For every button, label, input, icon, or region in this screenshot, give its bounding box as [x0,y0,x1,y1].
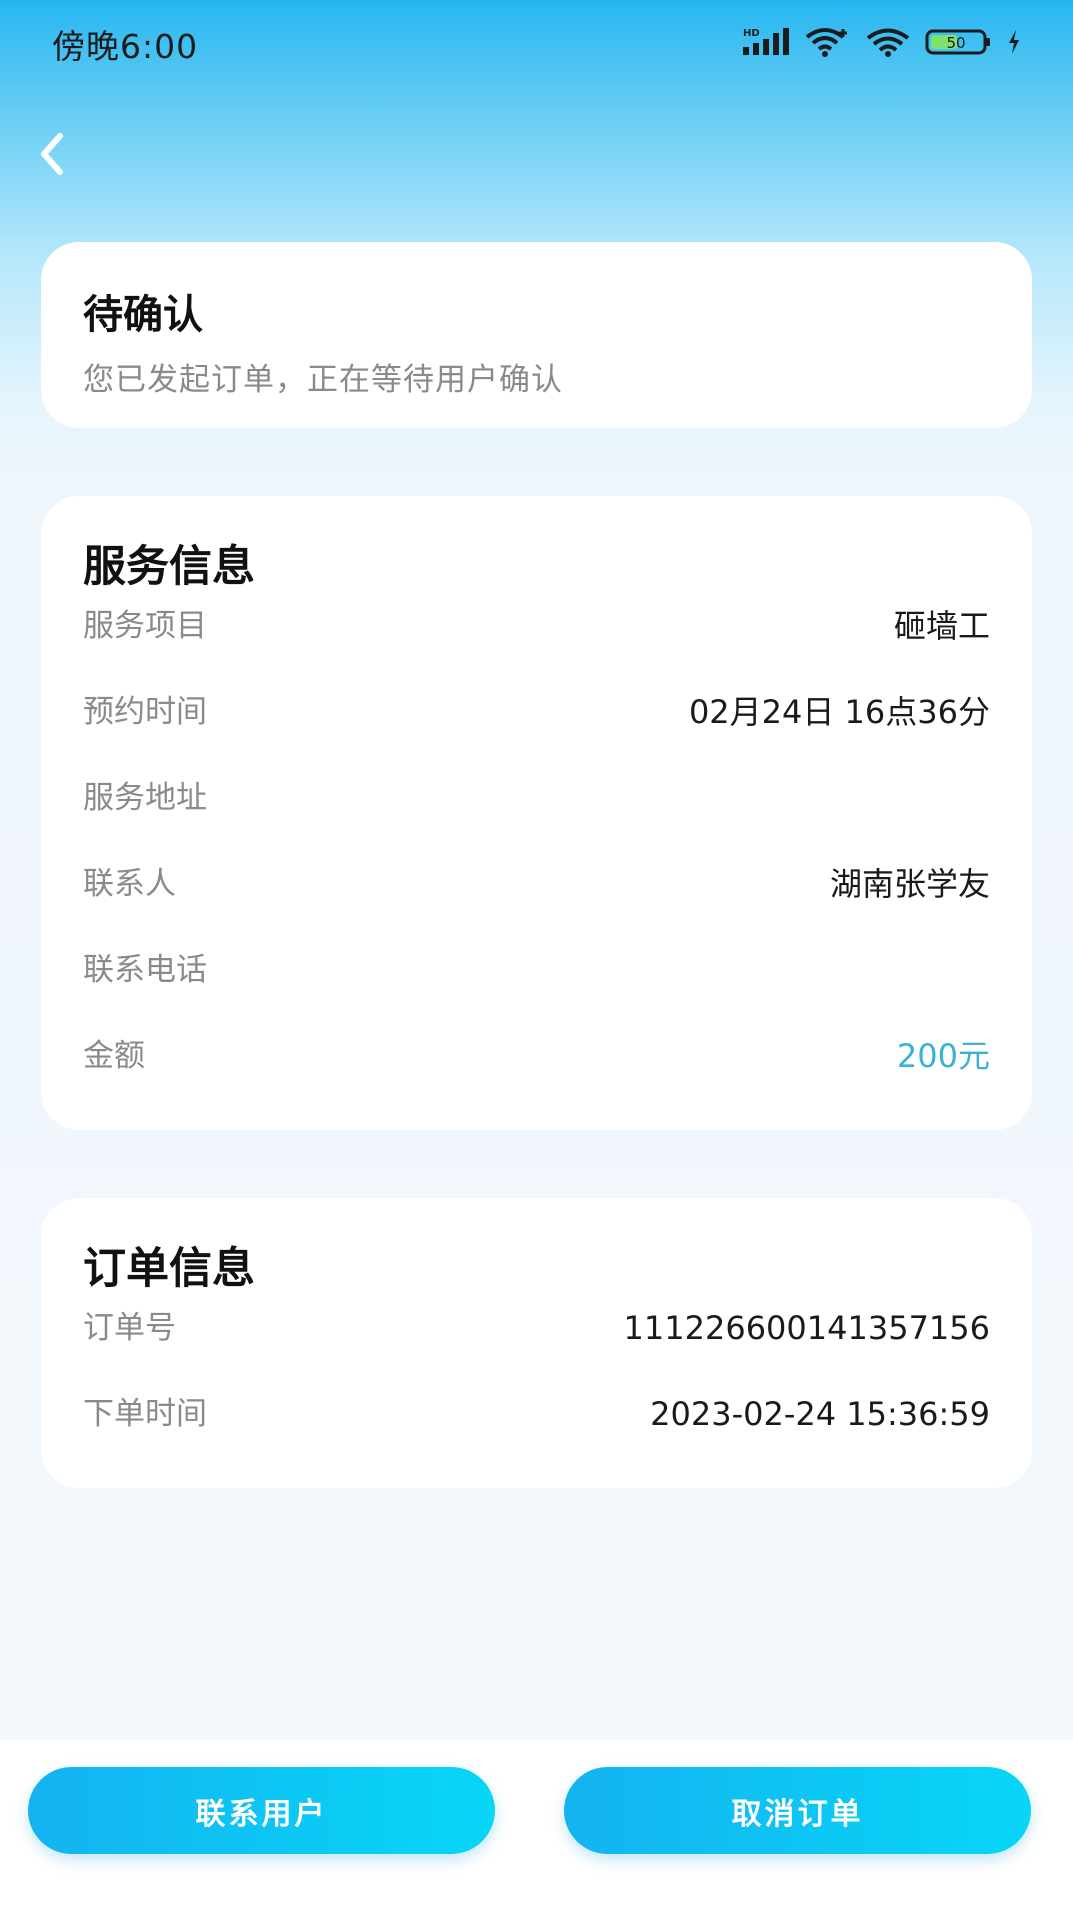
amount-row: 金额 200元 [83,1032,990,1080]
chevron-left-icon [41,133,63,175]
battery-level: 50 [946,34,965,52]
signal-icon: HD [743,28,789,55]
service-item-label: 服务项目 [83,608,207,644]
service-item-row: 服务项目 砸墙工 [83,602,990,650]
contact-person-value: 湖南张学友 [829,865,990,903]
order-info-card: 订单信息 订单号 111226600141357156 下单时间 2023-02… [41,1198,1032,1488]
amount-value: 200元 [896,1037,990,1075]
charging-icon [1009,30,1019,54]
order-info-title: 订单信息 [83,1244,255,1294]
amount-label: 金额 [83,1038,145,1074]
status-time: 傍晚6:00 [52,27,199,66]
service-address-row: 服务地址 [83,774,990,822]
order-status-card: 待确认 您已发起订单，正在等待用户确认 [41,242,1032,428]
order-time-row: 下单时间 2023-02-24 15:36:59 [83,1390,990,1438]
status-icons: HD 50 [741,24,1021,60]
order-number-row: 订单号 111226600141357156 [83,1304,990,1352]
battery-icon: 50 [925,29,990,55]
cancel-order-button[interactable]: 取消订单 [564,1767,1031,1854]
order-time-label: 下单时间 [83,1396,207,1432]
signal-hd-label: HD [743,28,760,39]
contact-person-label: 联系人 [83,866,176,902]
wifi-plus-icon [805,28,847,57]
appointment-time-label: 预约时间 [83,694,207,730]
appointment-time-row: 预约时间 02月24日 16点36分 [83,688,990,736]
service-info-card: 服务信息 服务项目 砸墙工 预约时间 02月24日 16点36分 服务地址 联系… [41,496,1032,1130]
order-number-label: 订单号 [83,1310,176,1346]
wifi-icon [866,28,910,57]
back-button[interactable] [26,126,76,182]
order-time-value: 2023-02-24 15:36:59 [650,1395,990,1433]
order-status-title: 待确认 [83,292,203,338]
status-bar: 傍晚6:00 HD 50 [0,0,1073,84]
contact-user-button[interactable]: 联系用户 [28,1767,495,1854]
order-status-description: 您已发起订单，正在等待用户确认 [83,362,563,398]
service-address-label: 服务地址 [83,780,207,816]
appointment-time-value: 02月24日 16点36分 [688,693,990,731]
contact-person-row: 联系人 湖南张学友 [83,860,990,908]
service-info-title: 服务信息 [83,542,255,592]
contact-phone-label: 联系电话 [83,952,207,988]
service-item-value: 砸墙工 [893,607,990,645]
order-number-value: 111226600141357156 [623,1309,990,1347]
contact-phone-row: 联系电话 [83,946,990,994]
